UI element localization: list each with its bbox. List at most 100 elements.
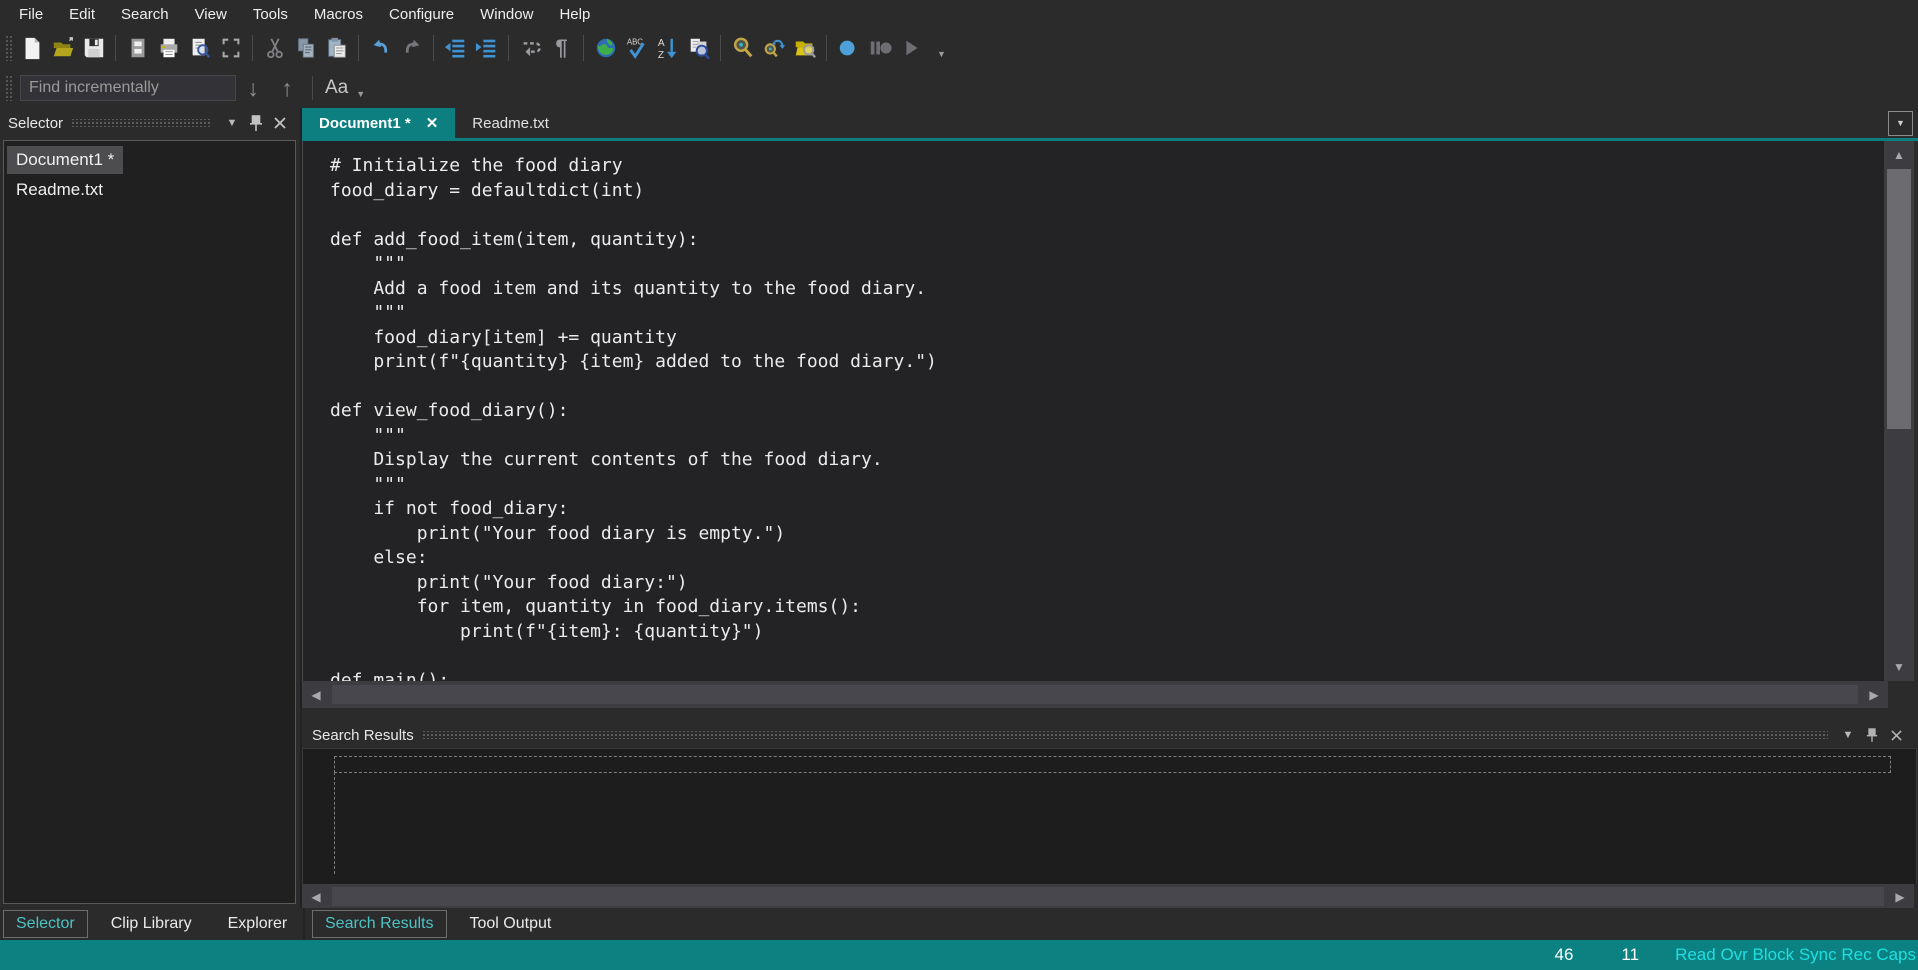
panel-collapse-button[interactable]: ▼ bbox=[220, 117, 244, 129]
panel-splitter[interactable] bbox=[302, 708, 1918, 722]
panel-tab[interactable]: Search Results bbox=[312, 910, 447, 938]
match-case-button[interactable]: Aa bbox=[321, 77, 352, 99]
word-wrap-button[interactable] bbox=[515, 33, 546, 63]
scroll-right-arrow[interactable]: ▶ bbox=[1860, 688, 1888, 702]
cut-scissors-icon bbox=[263, 36, 287, 60]
spell-check-button[interactable]: ABC bbox=[621, 33, 652, 63]
app-window: FileEditSearchViewToolsMacrosConfigureWi… bbox=[0, 0, 1918, 970]
list-item[interactable]: Readme.txt bbox=[7, 176, 112, 204]
find-next-down-button[interactable]: ↓ bbox=[236, 75, 270, 102]
html-preview-button[interactable] bbox=[590, 33, 621, 63]
print-icon bbox=[157, 36, 181, 60]
menu-item[interactable]: Tools bbox=[240, 2, 301, 27]
list-item[interactable]: Document1 * bbox=[7, 146, 123, 174]
editor-zone: # Initialize the food diary food_diary =… bbox=[302, 141, 1918, 681]
tab-close-icon[interactable]: ✕ bbox=[426, 114, 439, 132]
vertical-scrollbar[interactable]: ▲ ▼ bbox=[1884, 141, 1914, 681]
compare-files-button[interactable] bbox=[683, 33, 714, 63]
undo-button[interactable] bbox=[365, 33, 396, 63]
print-preview-button[interactable] bbox=[184, 33, 215, 63]
horizontal-scrollbar[interactable]: ◀ ▶ bbox=[302, 681, 1888, 708]
scroll-right-arrow[interactable]: ▶ bbox=[1886, 890, 1914, 904]
document-tab[interactable]: Readme.txt ✕ bbox=[455, 108, 566, 138]
copy-button[interactable] bbox=[290, 33, 321, 63]
formatting-marks-button[interactable]: ¶ bbox=[546, 33, 577, 63]
findbar-grip[interactable] bbox=[5, 75, 13, 101]
sort-button[interactable]: AZ bbox=[652, 33, 683, 63]
find-in-files-icon bbox=[793, 36, 817, 60]
open-file-button[interactable] bbox=[47, 33, 78, 63]
vertical-scrollbar-thumb[interactable] bbox=[1887, 169, 1911, 429]
replace-button[interactable] bbox=[758, 33, 789, 63]
unindent-button[interactable] bbox=[440, 33, 471, 63]
tree-guide-line bbox=[334, 772, 335, 874]
panel-collapse-button[interactable]: ▼ bbox=[1836, 729, 1860, 741]
panel-pin-button[interactable] bbox=[244, 115, 268, 131]
find-prev-up-button[interactable]: ↑ bbox=[270, 75, 304, 102]
spell-check-icon: ABC bbox=[625, 36, 649, 60]
find-in-files-button[interactable] bbox=[789, 33, 820, 63]
select-block-button[interactable] bbox=[215, 33, 246, 63]
menu-item[interactable]: Window bbox=[467, 2, 546, 27]
output-panel-tabs: Search Results Tool Output bbox=[305, 908, 1918, 940]
panel-tab[interactable]: Explorer bbox=[215, 910, 301, 938]
panel-tab[interactable]: Clip Library bbox=[98, 910, 205, 938]
panel-tab[interactable]: Selector bbox=[3, 910, 88, 938]
save-button[interactable] bbox=[78, 33, 109, 63]
tab-bar-spacer bbox=[566, 108, 1888, 138]
find-options-dropdown[interactable]: ▼ bbox=[352, 89, 365, 99]
print-button[interactable] bbox=[153, 33, 184, 63]
panel-drag-handle[interactable] bbox=[422, 731, 1828, 739]
cut-button[interactable] bbox=[259, 33, 290, 63]
horizontal-scrollbar-thumb[interactable] bbox=[332, 685, 1858, 704]
findbar-separator bbox=[312, 76, 313, 100]
vertical-scrollbar-track[interactable] bbox=[1884, 429, 1914, 653]
indent-button[interactable] bbox=[471, 33, 502, 63]
search-icon bbox=[731, 36, 755, 60]
scroll-left-arrow[interactable]: ◀ bbox=[302, 688, 330, 702]
horizontal-scrollbar[interactable]: ◀ ▶ bbox=[302, 884, 1914, 909]
menu-item[interactable]: File bbox=[6, 2, 56, 27]
print-manager-button[interactable] bbox=[122, 33, 153, 63]
scroll-down-arrow[interactable]: ▼ bbox=[1884, 653, 1914, 681]
search-results-content[interactable] bbox=[302, 748, 1917, 884]
paste-button[interactable] bbox=[321, 33, 352, 63]
panel-drag-handle[interactable] bbox=[71, 119, 212, 127]
window-list-dropdown[interactable]: ▼ bbox=[1888, 111, 1913, 136]
chevron-down-icon: ▼ bbox=[937, 49, 946, 59]
menu-item[interactable]: View bbox=[182, 2, 240, 27]
menu-item[interactable]: Search bbox=[108, 2, 182, 27]
horizontal-scrollbar-thumb[interactable] bbox=[332, 887, 1884, 906]
play-macro-button[interactable] bbox=[895, 33, 926, 63]
new-file-button[interactable] bbox=[16, 33, 47, 63]
panel-tab[interactable]: Tool Output bbox=[457, 910, 565, 938]
main-area: Selector ▼ Document1 *Readme.txt Documen… bbox=[0, 108, 1918, 908]
panel-close-button[interactable] bbox=[1884, 730, 1908, 741]
bottom-tab-bar: Selector Clip Library Explorer Search Resu… bbox=[0, 908, 1918, 940]
search-results-hscroll-row: ◀ ▶ bbox=[302, 884, 1914, 909]
scroll-left-arrow[interactable]: ◀ bbox=[302, 890, 330, 904]
menu-item[interactable]: Help bbox=[546, 2, 603, 27]
more-tools-button[interactable]: ▼ bbox=[926, 33, 957, 63]
code-text[interactable]: # Initialize the food diary food_diary =… bbox=[303, 141, 1884, 681]
redo-icon bbox=[400, 36, 424, 60]
pause-macro-button[interactable] bbox=[864, 33, 895, 63]
document-tab[interactable]: Document1 * ✕ bbox=[302, 108, 455, 138]
code-editor[interactable]: # Initialize the food diary food_diary =… bbox=[302, 141, 1884, 681]
menu-item[interactable]: Macros bbox=[301, 2, 376, 27]
panel-pin-button[interactable] bbox=[1860, 728, 1884, 742]
menu-item[interactable]: Configure bbox=[376, 2, 467, 27]
panel-close-button[interactable] bbox=[268, 117, 292, 129]
redo-button[interactable] bbox=[396, 33, 427, 63]
status-mode-indicators: Read Ovr Block Sync Rec Caps bbox=[1675, 945, 1916, 965]
play-icon bbox=[899, 36, 923, 60]
find-button[interactable] bbox=[727, 33, 758, 63]
svg-text:Z: Z bbox=[657, 50, 663, 60]
record-macro-button[interactable] bbox=[833, 33, 864, 63]
editor-hscroll-row: ◀ ▶ bbox=[302, 681, 1914, 708]
menu-item[interactable]: Edit bbox=[56, 2, 108, 27]
scroll-up-arrow[interactable]: ▲ bbox=[1884, 141, 1914, 169]
search-input[interactable] bbox=[20, 75, 236, 101]
compare-files-icon bbox=[687, 36, 711, 60]
toolbar-grip[interactable] bbox=[5, 35, 13, 61]
